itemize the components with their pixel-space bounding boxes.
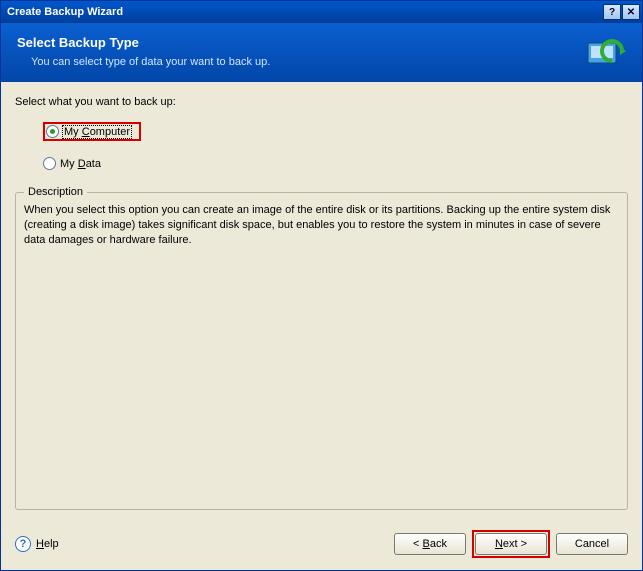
cancel-button[interactable]: Cancel bbox=[556, 533, 628, 555]
banner-heading: Select Backup Type bbox=[17, 35, 626, 50]
my-computer-row: My Computer bbox=[43, 122, 628, 141]
description-legend: Description bbox=[24, 186, 87, 198]
my-data-row: My Data bbox=[43, 157, 628, 170]
my-computer-radio[interactable] bbox=[46, 125, 59, 138]
close-button[interactable]: ✕ bbox=[622, 4, 640, 20]
backup-type-group: My Computer My Data bbox=[15, 122, 628, 186]
help-icon: ? bbox=[15, 536, 31, 552]
footer: ? Help < Back Next > Cancel bbox=[1, 520, 642, 570]
titlebar-buttons: ? ✕ bbox=[602, 4, 640, 20]
my-computer-label[interactable]: My Computer bbox=[63, 126, 131, 138]
content-area: Select what you want to back up: My Comp… bbox=[1, 82, 642, 520]
window-title: Create Backup Wizard bbox=[7, 6, 602, 18]
help-label: Help bbox=[36, 538, 59, 550]
titlebar: Create Backup Wizard ? ✕ bbox=[1, 1, 642, 23]
highlight-box: Next > bbox=[472, 530, 550, 558]
help-link[interactable]: ? Help bbox=[15, 536, 59, 552]
banner-subtext: You can select type of data your want to… bbox=[17, 56, 626, 68]
description-fieldset: Description When you select this option … bbox=[15, 192, 628, 510]
prompt-label: Select what you want to back up: bbox=[15, 96, 628, 108]
next-button[interactable]: Next > bbox=[475, 533, 547, 555]
banner: Select Backup Type You can select type o… bbox=[1, 23, 642, 82]
my-data-radio[interactable] bbox=[43, 157, 56, 170]
highlight-box: My Computer bbox=[43, 122, 141, 141]
back-button[interactable]: < Back bbox=[394, 533, 466, 555]
backup-icon bbox=[582, 31, 630, 79]
wizard-window: Create Backup Wizard ? ✕ Select Backup T… bbox=[0, 0, 643, 571]
help-titlebar-button[interactable]: ? bbox=[603, 4, 621, 20]
description-text: When you select this option you can crea… bbox=[24, 203, 619, 248]
my-data-label[interactable]: My Data bbox=[60, 158, 101, 170]
